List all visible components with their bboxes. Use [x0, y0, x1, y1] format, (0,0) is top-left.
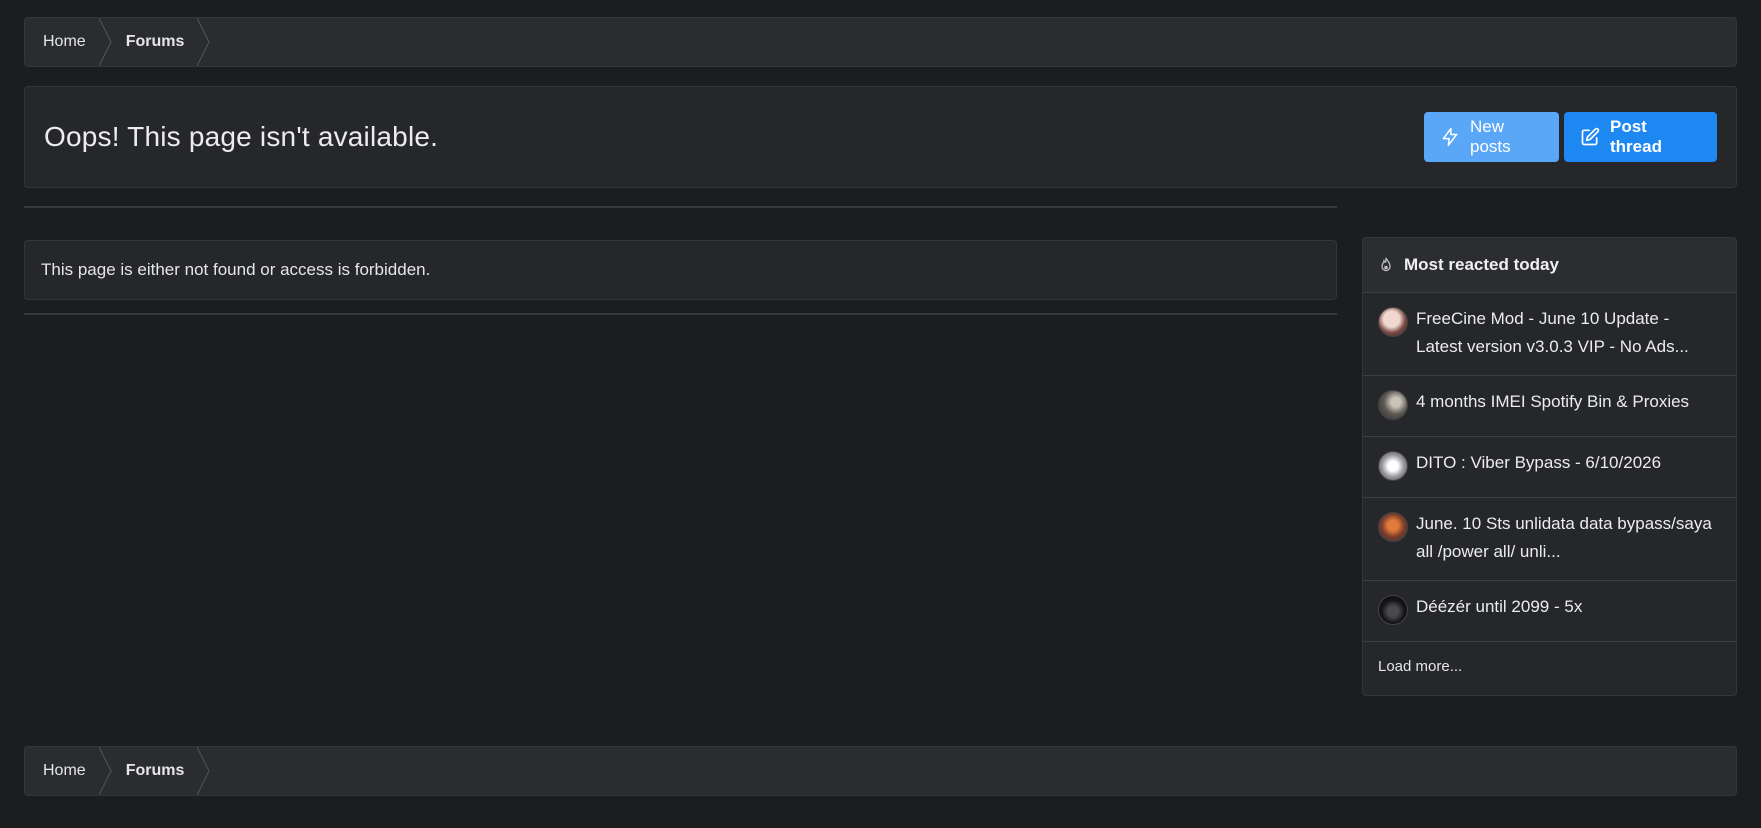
list-item[interactable]: Déézér until 2099 - 5x — [1363, 581, 1736, 642]
thread-title[interactable]: 4 months IMEI Spotify Bin & Proxies — [1416, 388, 1716, 416]
breadcrumb-bottom: Home Forums — [24, 746, 1737, 796]
thread-title[interactable]: FreeCine Mod - June 10 Update - Latest v… — [1416, 305, 1716, 361]
avatar[interactable] — [1378, 390, 1408, 420]
avatar[interactable] — [1378, 512, 1408, 542]
breadcrumb-home-label: Home — [43, 33, 86, 50]
load-more-link[interactable]: Load more... — [1363, 642, 1736, 691]
breadcrumb-home[interactable]: Home — [25, 747, 112, 795]
chevron-right-icon — [197, 747, 211, 795]
breadcrumb-forums[interactable]: Forums — [106, 18, 211, 66]
new-posts-button[interactable]: New posts — [1424, 112, 1559, 162]
edit-icon — [1581, 127, 1600, 146]
breadcrumb-forums-label: Forums — [125, 33, 185, 50]
page: Home Forums Oops! This page isn't availa… — [0, 0, 1761, 828]
avatar[interactable] — [1378, 595, 1408, 625]
error-message-text: This page is either not found or access … — [41, 260, 431, 279]
error-message: This page is either not found or access … — [24, 240, 1337, 300]
page-title: Oops! This page isn't available. — [44, 121, 439, 152]
thread-title[interactable]: June. 10 Sts unlidata data bypass/saya a… — [1416, 510, 1716, 566]
divider — [24, 313, 1337, 315]
header-actions: New posts Post thread — [1424, 112, 1717, 162]
thread-title[interactable]: DITO : Viber Bypass - 6/10/2026 — [1416, 449, 1716, 477]
list-item[interactable]: FreeCine Mod - June 10 Update - Latest v… — [1363, 293, 1736, 376]
post-thread-button[interactable]: Post thread — [1564, 112, 1717, 162]
list-item[interactable]: 4 months IMEI Spotify Bin & Proxies — [1363, 376, 1736, 437]
post-thread-label: Post thread — [1610, 117, 1662, 156]
avatar[interactable] — [1378, 451, 1408, 481]
chevron-right-icon — [197, 18, 211, 66]
flame-icon — [1381, 257, 1391, 272]
breadcrumb-forums[interactable]: Forums — [106, 747, 211, 795]
list-item[interactable]: June. 10 Sts unlidata data bypass/saya a… — [1363, 498, 1736, 581]
divider — [24, 206, 1337, 208]
breadcrumb-forums-label: Forums — [125, 762, 185, 779]
breadcrumb-home[interactable]: Home — [25, 18, 112, 66]
most-reacted-widget: Most reacted today FreeCine Mod - June 1… — [1362, 237, 1737, 696]
thread-title[interactable]: Déézér until 2099 - 5x — [1416, 593, 1716, 621]
new-posts-label: New posts — [1470, 117, 1511, 156]
lightning-icon — [1442, 127, 1458, 147]
breadcrumb-home-label: Home — [43, 762, 86, 779]
widget-title: Most reacted today — [1404, 255, 1559, 274]
page-header: Oops! This page isn't available. New pos… — [24, 86, 1737, 188]
widget-header: Most reacted today — [1363, 238, 1736, 293]
avatar[interactable] — [1378, 307, 1408, 337]
breadcrumb-top: Home Forums — [24, 17, 1737, 67]
list-item[interactable]: DITO : Viber Bypass - 6/10/2026 — [1363, 437, 1736, 498]
